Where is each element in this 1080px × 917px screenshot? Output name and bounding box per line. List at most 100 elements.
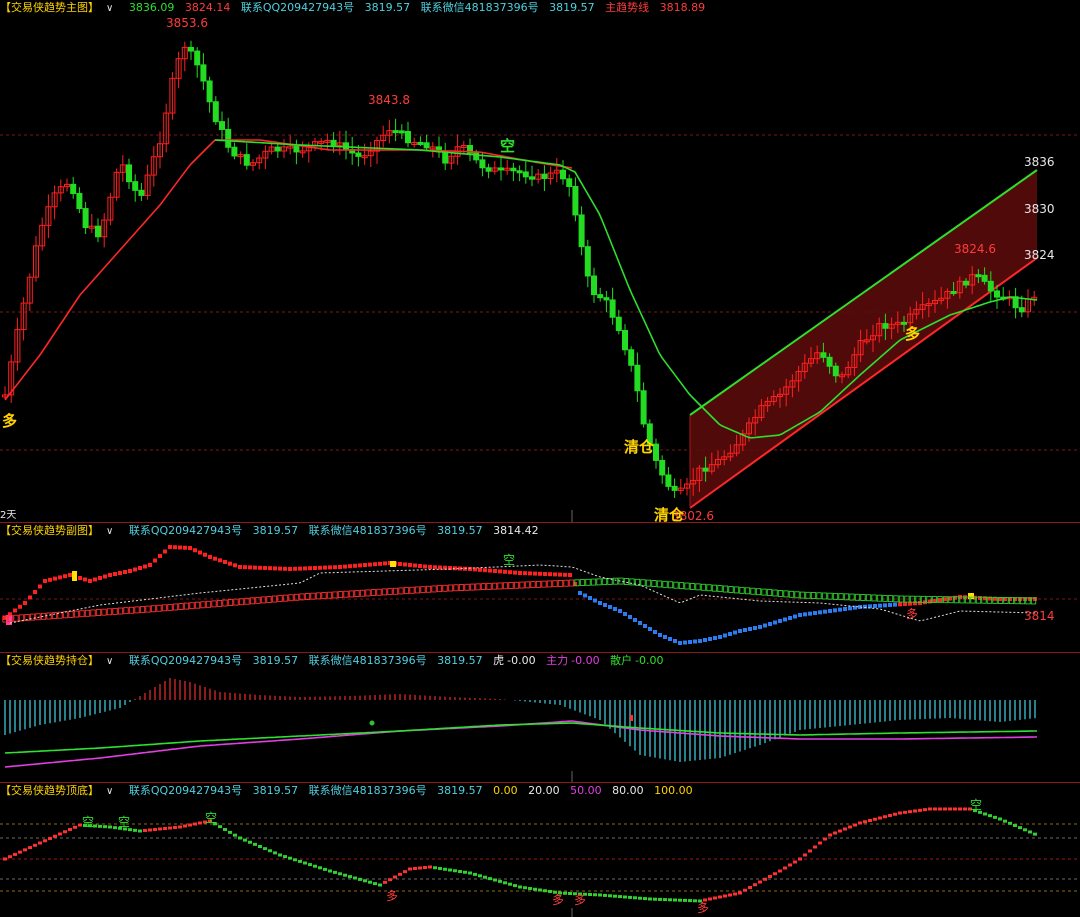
- price-dot: [433, 565, 437, 570]
- band-box: [469, 583, 476, 591]
- histogram-bar: [974, 700, 976, 720]
- band-box: [398, 587, 404, 595]
- price-dot: [863, 604, 867, 609]
- candle-body: [640, 390, 647, 425]
- band-box: [90, 609, 96, 617]
- band-box: [706, 584, 712, 592]
- price-dot: [343, 564, 347, 569]
- band-box: [403, 587, 410, 595]
- trend-dot: [458, 870, 462, 873]
- price-dot: [408, 563, 412, 567]
- main-trend-label: 主趋势线: [605, 1, 650, 14]
- trend-dot: [673, 898, 677, 902]
- band-box: [480, 583, 487, 591]
- trend-dot: [728, 893, 732, 897]
- histogram-bar: [814, 700, 816, 729]
- chevron-down-icon[interactable]: ∨: [106, 526, 113, 537]
- pos-zhuli-value: -0.00: [571, 654, 600, 667]
- trend-dot: [988, 814, 992, 818]
- price-dot: [348, 564, 352, 569]
- price-dot: [733, 630, 737, 635]
- price-dot: [718, 635, 722, 639]
- band-box: [134, 606, 140, 614]
- top-kong-1: 空: [82, 815, 95, 829]
- trend-dot: [28, 846, 32, 850]
- trend-dot: [258, 845, 262, 848]
- trend-dot: [198, 821, 202, 825]
- price-dot: [538, 571, 542, 576]
- trend-dot: [268, 849, 272, 853]
- trend-dot: [538, 888, 542, 892]
- band-box: [865, 594, 872, 602]
- band-box: [601, 578, 608, 586]
- candle-body: [330, 139, 337, 146]
- histogram-bar: [469, 697, 471, 700]
- trend-dot: [333, 870, 337, 874]
- price-dot: [578, 591, 582, 595]
- band-box: [161, 604, 168, 612]
- band-box: [310, 592, 316, 600]
- trend-dot: [223, 828, 227, 831]
- trend-dot: [993, 815, 997, 819]
- price-dot: [258, 565, 262, 570]
- topbottom-chart-pane[interactable]: 【交易侠趋势顶底】 ∨ 联系QQ209427943号 3819.57 联系微信48…: [0, 783, 1080, 917]
- price-dot: [568, 573, 572, 577]
- histogram-bar: [614, 700, 616, 734]
- histogram-bar: [314, 696, 316, 700]
- trend-dot: [328, 869, 332, 873]
- trend-dot: [603, 893, 607, 897]
- price-dot: [673, 639, 677, 643]
- candle-body: [1018, 307, 1025, 313]
- trend-dot: [668, 898, 672, 902]
- main-chart-pane[interactable]: 【交易侠趋势主图】 ∨ 3836.09 3824.14 联系QQ209427943…: [0, 0, 1080, 522]
- price-dot: [693, 639, 697, 644]
- price-dot: [248, 565, 252, 570]
- band-box: [497, 582, 503, 590]
- trend-dot: [238, 836, 242, 840]
- band-box: [546, 580, 553, 588]
- histogram-bar: [154, 687, 156, 700]
- sanhu-line: [4, 722, 1037, 754]
- band-box: [431, 585, 437, 593]
- trend-dot: [543, 889, 547, 893]
- price-dot: [768, 622, 772, 626]
- price-dot: [253, 565, 257, 570]
- trend-dot: [463, 870, 467, 874]
- chevron-down-icon[interactable]: ∨: [106, 656, 113, 667]
- price-dot: [888, 603, 892, 607]
- band-box: [200, 601, 206, 609]
- pos-contact-wx: 联系微信481837396号: [308, 654, 427, 667]
- trend-dot: [663, 898, 667, 902]
- candle-body: [243, 154, 250, 166]
- trend-dot: [313, 864, 317, 868]
- top-duo-2: 多: [552, 893, 565, 907]
- price-dot: [833, 608, 837, 613]
- sub-chart-pane[interactable]: 【交易侠趋势副图】 ∨ 联系QQ209427943号 3819.57 联系微信48…: [0, 523, 1080, 652]
- band-box: [541, 580, 547, 588]
- price-dot: [328, 565, 332, 570]
- histogram-bar: [634, 700, 636, 751]
- trend-dot: [143, 829, 147, 832]
- trend-dot: [718, 895, 722, 899]
- band-box: [766, 589, 773, 597]
- histogram-bar: [279, 696, 281, 700]
- trend-dot: [898, 811, 902, 815]
- trend-dot: [958, 807, 962, 811]
- chevron-down-icon[interactable]: ∨: [106, 786, 113, 797]
- band-box: [651, 580, 657, 587]
- price-dot: [783, 617, 787, 622]
- histogram-bar: [794, 700, 796, 732]
- histogram-bar: [419, 695, 421, 700]
- histogram-bar: [289, 696, 291, 700]
- chevron-down-icon[interactable]: ∨: [106, 3, 113, 14]
- candle-body: [510, 167, 517, 172]
- histogram-bar: [879, 700, 881, 722]
- signal-duo-right: 多: [905, 325, 921, 343]
- price-dot: [233, 563, 237, 568]
- trend-dot: [388, 878, 392, 882]
- price-dot: [763, 623, 767, 628]
- trend-dot: [103, 825, 107, 829]
- position-chart-pane[interactable]: 【交易侠趋势持仓】 ∨ 联系QQ209427943号 3819.57 联系微信48…: [0, 653, 1080, 782]
- histogram-bar: [559, 700, 561, 705]
- band-box: [788, 590, 795, 598]
